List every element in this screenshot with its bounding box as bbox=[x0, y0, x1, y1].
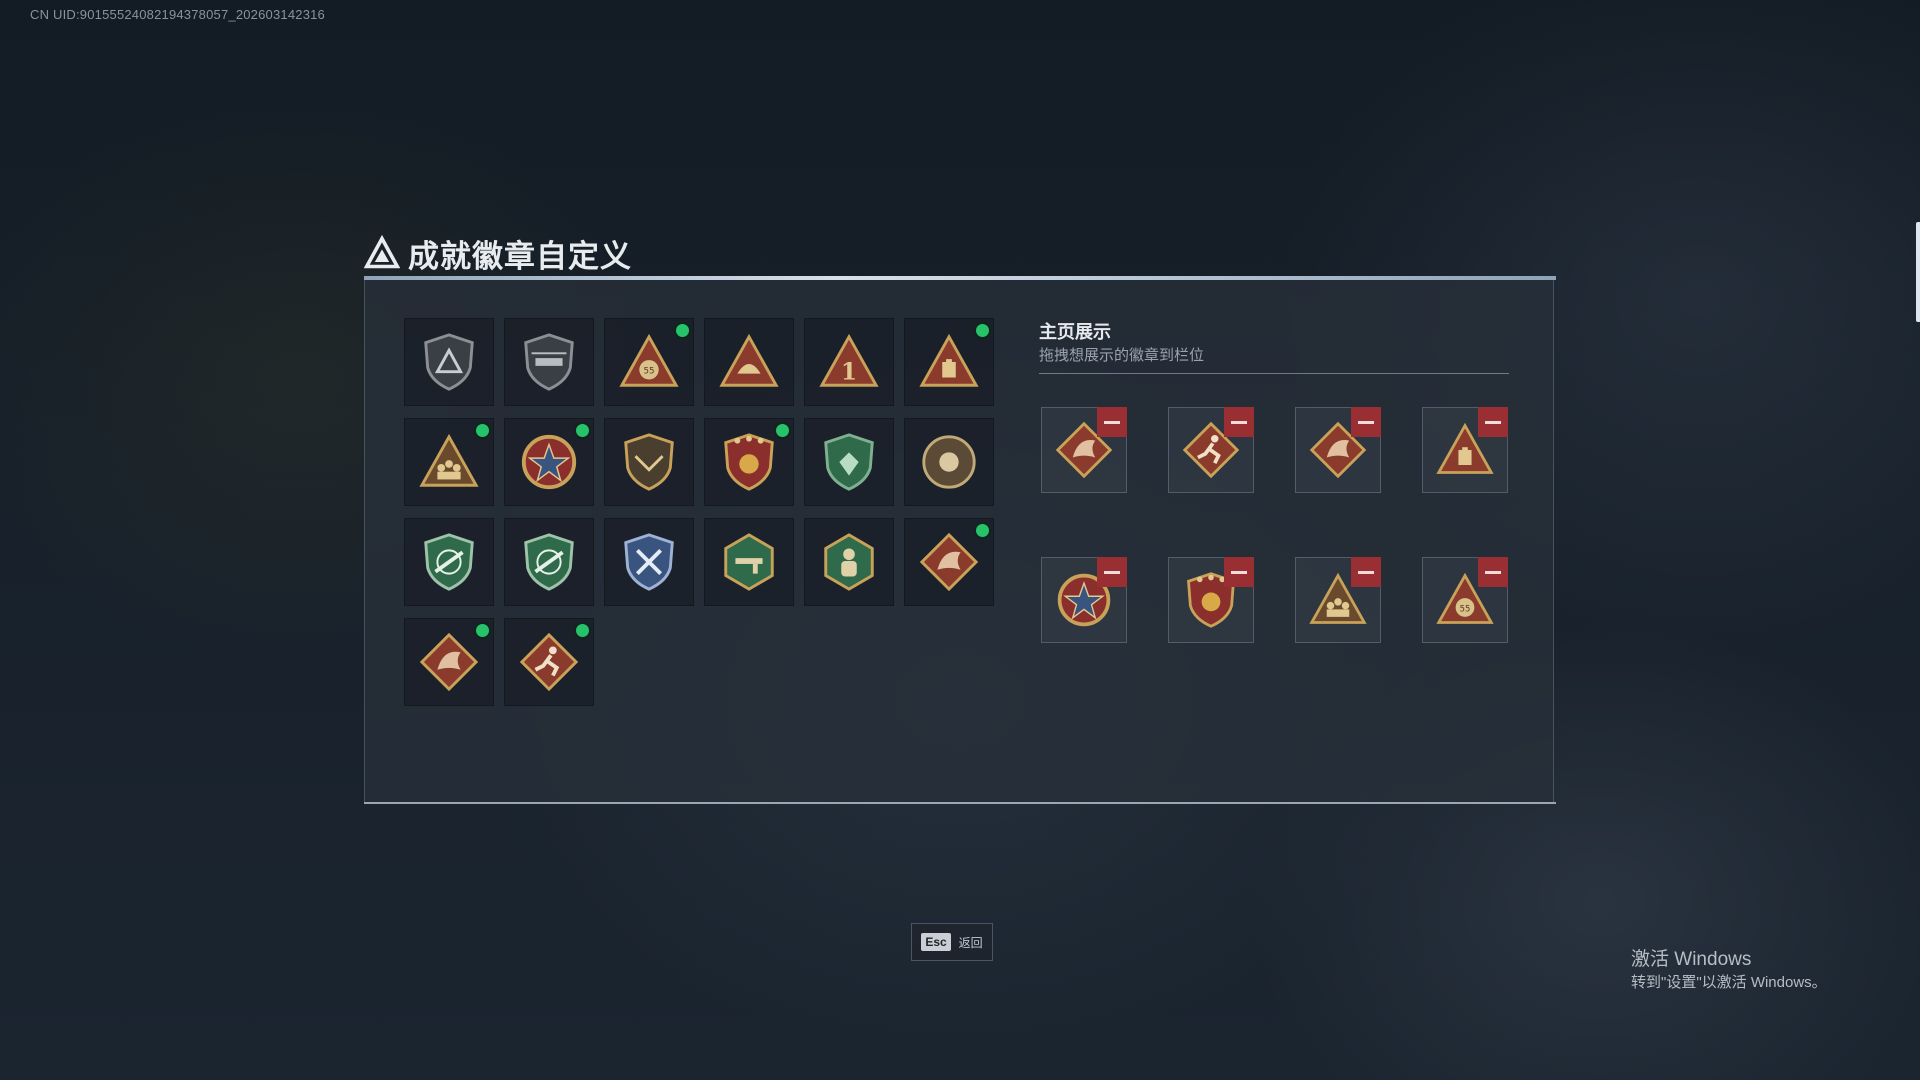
number-one-triangle-badge-icon: 1 bbox=[819, 333, 879, 387]
delta-shield-badge-icon bbox=[424, 333, 474, 391]
delta-logo-icon bbox=[364, 235, 400, 269]
badge-cell[interactable] bbox=[404, 318, 494, 406]
badge-cell[interactable] bbox=[904, 318, 994, 406]
dragon-diamond-badge-icon bbox=[919, 532, 979, 592]
page-header: 成就徽章自定义 bbox=[364, 231, 632, 275]
badge-cell[interactable] bbox=[404, 518, 494, 606]
windows-activation-title: 激活 Windows bbox=[1631, 949, 1752, 970]
badge-cell[interactable] bbox=[604, 518, 694, 606]
showcase-slot[interactable] bbox=[1041, 407, 1127, 493]
minus-icon bbox=[1231, 570, 1247, 574]
svg-text:55: 55 bbox=[1460, 603, 1471, 613]
badge-cell[interactable] bbox=[604, 418, 694, 506]
remove-badge-button[interactable] bbox=[1097, 407, 1127, 437]
badge-cell[interactable]: 55 bbox=[604, 318, 694, 406]
showcase-slot[interactable] bbox=[1422, 407, 1508, 493]
badge-cell[interactable] bbox=[504, 318, 594, 406]
squad-triangle-badge-icon bbox=[419, 433, 479, 487]
star-wreath-badge-icon bbox=[521, 434, 577, 490]
new-indicator-dot bbox=[976, 524, 989, 537]
badge-cell[interactable] bbox=[804, 418, 894, 506]
windows-activation-hint: 转到"设置"以激活 Windows。 bbox=[1631, 974, 1827, 991]
minus-icon bbox=[1358, 570, 1374, 574]
stars-crest-badge-icon bbox=[724, 433, 774, 491]
showcase-slot[interactable] bbox=[1168, 557, 1254, 643]
showcase-slot[interactable] bbox=[1041, 557, 1127, 643]
new-indicator-dot bbox=[776, 424, 789, 437]
badge-cell[interactable] bbox=[904, 518, 994, 606]
rifle-green-shield-badge-icon bbox=[424, 533, 474, 591]
badge-cell[interactable] bbox=[504, 518, 594, 606]
uid-text: CN UID:9015552408219437805​7_20260314231… bbox=[30, 7, 325, 22]
badge-cell[interactable] bbox=[504, 618, 594, 706]
back-label: 返回 bbox=[958, 935, 983, 950]
new-indicator-dot bbox=[576, 424, 589, 437]
runner-diamond-badge-icon bbox=[519, 632, 579, 692]
showcase-slot[interactable] bbox=[1295, 557, 1381, 643]
gem-green-shield-badge-icon bbox=[824, 433, 874, 491]
panel-bottom-line bbox=[364, 802, 1556, 804]
helmet-triangle-badge-icon bbox=[719, 333, 779, 387]
panel-top-bar bbox=[364, 276, 1556, 280]
tools-blue-shield-badge-icon bbox=[624, 533, 674, 591]
remove-badge-button[interactable] bbox=[1097, 557, 1127, 587]
svg-text:55: 55 bbox=[643, 367, 654, 377]
minus-icon bbox=[1104, 570, 1120, 574]
new-indicator-dot bbox=[576, 624, 589, 637]
battery-triangle-badge-icon bbox=[919, 333, 979, 387]
gun-hexagon-badge-icon bbox=[724, 533, 774, 591]
svg-text:1: 1 bbox=[841, 358, 857, 385]
esc-key-icon: Esc bbox=[921, 933, 951, 951]
new-indicator-dot bbox=[976, 324, 989, 337]
showcase-subtitle: 拖拽想展示的徽章到栏位 bbox=[1039, 347, 1205, 364]
badge-cell[interactable] bbox=[704, 518, 794, 606]
minus-icon bbox=[1104, 420, 1120, 424]
back-button[interactable]: Esc 返回 bbox=[911, 923, 993, 961]
remove-badge-button[interactable] bbox=[1224, 407, 1254, 437]
badge-cell[interactable] bbox=[904, 418, 994, 506]
showcase-slot[interactable] bbox=[1168, 407, 1254, 493]
page-title: 成就徽章自定义 bbox=[408, 238, 632, 274]
remove-badge-button[interactable] bbox=[1351, 557, 1381, 587]
badge-cell[interactable] bbox=[404, 418, 494, 506]
minus-icon bbox=[1231, 420, 1247, 424]
gear-coin-badge-icon bbox=[922, 435, 976, 489]
badge-cell[interactable] bbox=[404, 618, 494, 706]
soldier-hexagon-badge-icon bbox=[824, 533, 874, 591]
badge-cell[interactable] bbox=[704, 418, 794, 506]
showcase-slot[interactable] bbox=[1295, 407, 1381, 493]
remove-badge-button[interactable] bbox=[1478, 557, 1508, 587]
remove-badge-button[interactable] bbox=[1478, 407, 1508, 437]
showcase-divider bbox=[1039, 373, 1509, 374]
rifle-green-shield-2-badge-icon bbox=[524, 533, 574, 591]
helicopter-shield-badge-icon bbox=[524, 333, 574, 391]
showcase-title: 主页展示 bbox=[1039, 322, 1111, 342]
edge-tab[interactable] bbox=[1916, 222, 1920, 322]
minus-icon bbox=[1358, 420, 1374, 424]
badge-cell[interactable] bbox=[504, 418, 594, 506]
minus-icon bbox=[1485, 570, 1501, 574]
money-bag-55-triangle-badge-icon: 55 bbox=[619, 333, 679, 387]
wings-shield-badge-icon bbox=[624, 433, 674, 491]
badge-cell[interactable] bbox=[704, 318, 794, 406]
remove-badge-button[interactable] bbox=[1224, 557, 1254, 587]
remove-badge-button[interactable] bbox=[1351, 407, 1381, 437]
minus-icon bbox=[1485, 420, 1501, 424]
badge-cell[interactable]: 1 bbox=[804, 318, 894, 406]
new-indicator-dot bbox=[676, 324, 689, 337]
new-indicator-dot bbox=[476, 424, 489, 437]
badge-cell[interactable] bbox=[804, 518, 894, 606]
new-indicator-dot bbox=[476, 624, 489, 637]
showcase-slot[interactable]: 55 bbox=[1422, 557, 1508, 643]
dragon-diamond-2-badge-icon bbox=[419, 632, 479, 692]
